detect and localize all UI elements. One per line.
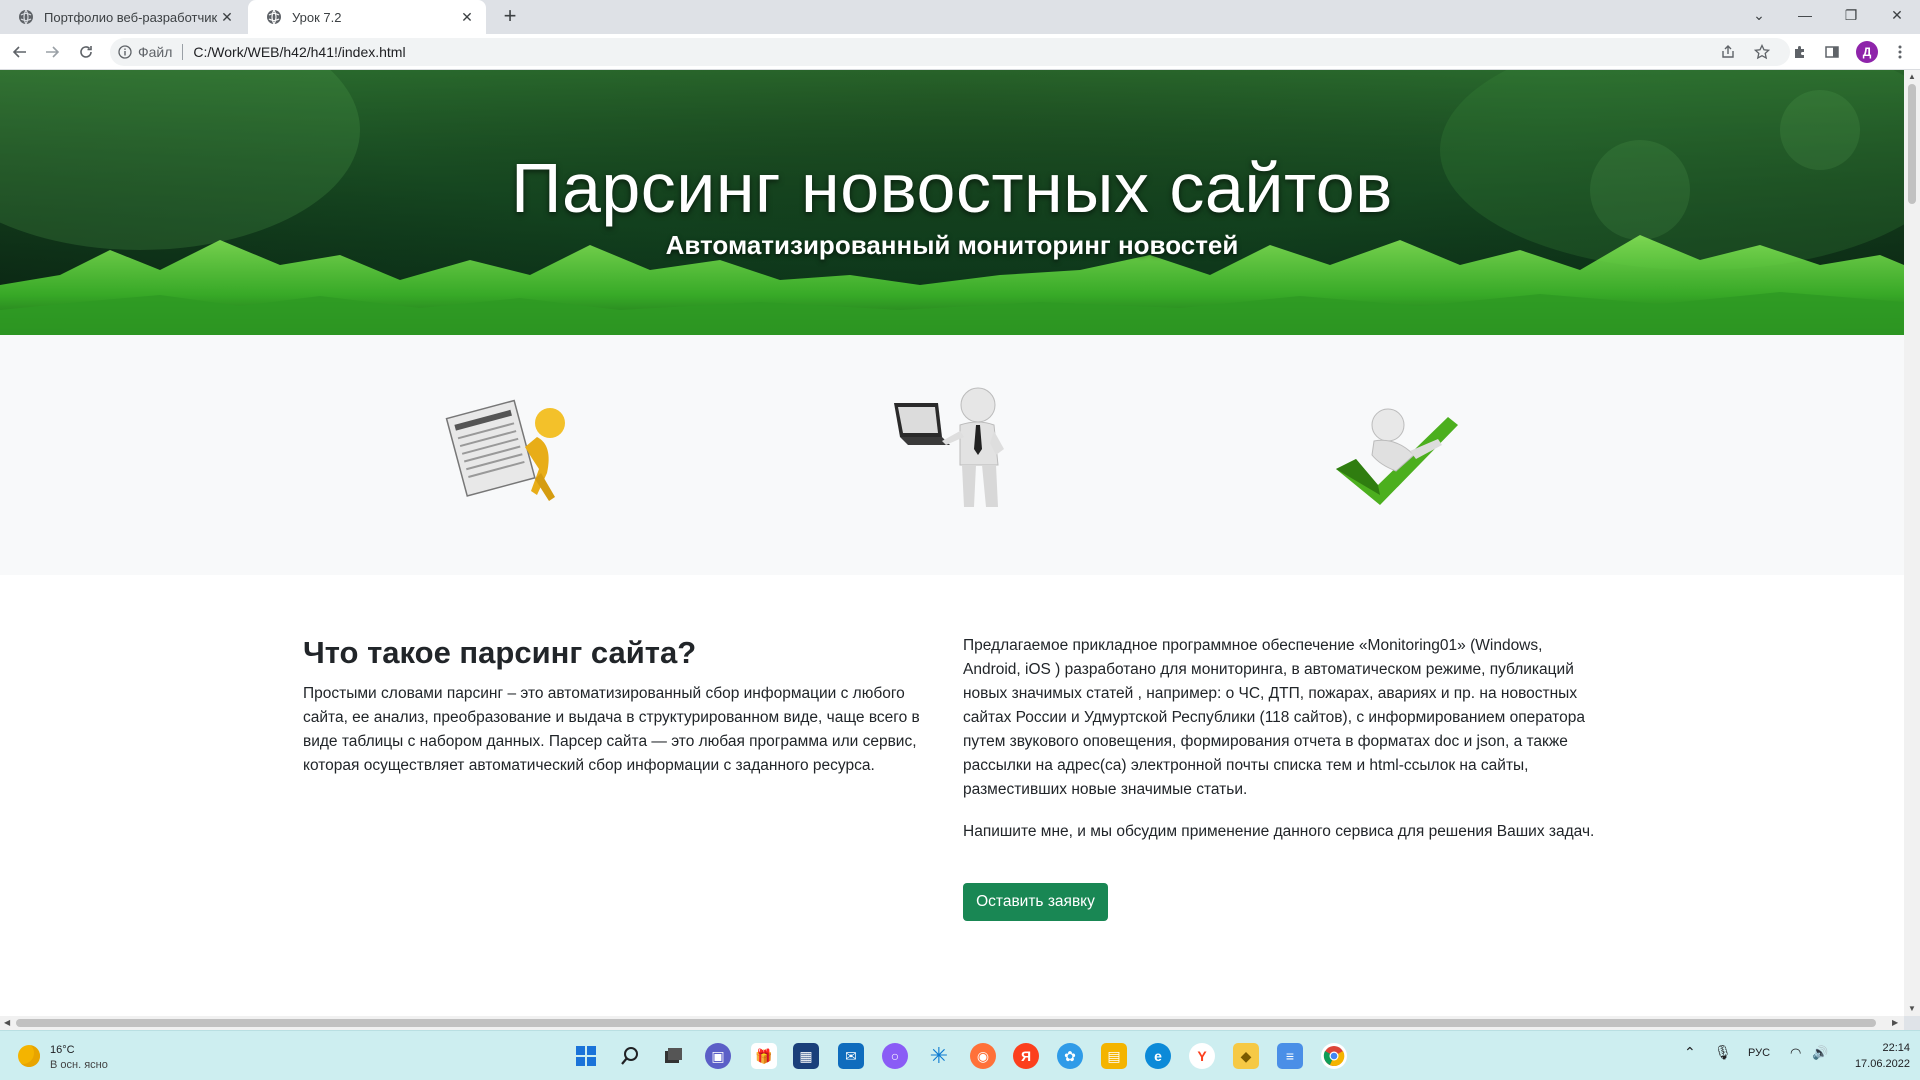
info-icon[interactable]: [118, 45, 132, 59]
chrome-icon[interactable]: [1321, 1043, 1347, 1069]
address-bar[interactable]: Файл C:/Work/WEB/h42/h41!/index.html: [110, 38, 1790, 66]
globe-icon: [19, 9, 33, 25]
scroll-left-arrow-icon[interactable]: ◀: [4, 1018, 10, 1027]
notepad-icon[interactable]: ≡: [1277, 1043, 1303, 1069]
arrow-right-icon: [46, 46, 60, 58]
share-icon[interactable]: [1716, 40, 1740, 64]
clock-time[interactable]: 22:14: [1872, 1042, 1910, 1054]
tab-search-chevron-icon[interactable]: ⌄: [1736, 0, 1782, 30]
checkmark-person-icon: [1336, 408, 1458, 505]
tab-title: Портфолио веб-разработчика: [44, 9, 218, 25]
file-explorer-icon[interactable]: ▤: [1101, 1043, 1127, 1069]
firefox-icon[interactable]: ◉: [970, 1043, 996, 1069]
contact-invite-text: Напишите мне, и мы обсудим применение да…: [963, 823, 1595, 840]
hero-title: Парсинг новостных сайтов: [511, 149, 1393, 227]
microphone-icon[interactable]: 🎙: [1714, 1044, 1732, 1061]
reload-icon: [80, 46, 92, 58]
chat-icon[interactable]: ▣: [705, 1043, 731, 1069]
address-separator: [182, 44, 184, 60]
reload-button[interactable]: [74, 40, 98, 64]
yandex-icon[interactable]: Я: [1013, 1043, 1039, 1069]
edge-icon[interactable]: e: [1145, 1043, 1171, 1069]
back-button[interactable]: [8, 40, 32, 64]
store-icon[interactable]: ▦: [793, 1043, 819, 1069]
tray-chevron-up-icon[interactable]: ⌃: [1684, 1044, 1696, 1061]
scroll-up-arrow-icon[interactable]: ▲: [1908, 72, 1916, 81]
windows-taskbar: 16°C В осн. ясно ▣ 🎁 ▦ ✉ ○ ✳ ◉ Я ✿ ▤ e Y…: [0, 1030, 1920, 1080]
parsing-definition-text: Простыми словами парсинг – это автоматиз…: [303, 685, 920, 774]
weather-temperature[interactable]: 16°C: [50, 1044, 75, 1056]
tab-close-icon[interactable]: ✕: [458, 8, 476, 26]
minimize-button[interactable]: —: [1782, 0, 1828, 30]
hero-banner: Парсинг новостных сайтов Автоматизирован…: [0, 70, 1904, 335]
task-view-icon[interactable]: [660, 1043, 686, 1069]
snowflake-icon[interactable]: ✳: [926, 1043, 952, 1069]
weather-moon-icon[interactable]: [18, 1045, 40, 1067]
menu-kebab-icon[interactable]: [1888, 40, 1912, 64]
tab-portfolio[interactable]: Портфолио веб-разработчика ✕: [0, 0, 246, 34]
newspaper-reader-icon: [445, 399, 565, 501]
alice-icon[interactable]: ○: [882, 1043, 908, 1069]
url-text[interactable]: C:/Work/WEB/h42/h41!/index.html: [193, 44, 405, 60]
tab-title: Урок 7.2: [292, 9, 342, 25]
scroll-right-arrow-icon[interactable]: ▶: [1892, 1018, 1898, 1027]
vertical-scrollbar[interactable]: ▲ ▼: [1904, 70, 1920, 1016]
mail-icon[interactable]: ✉: [838, 1043, 864, 1069]
extensions-puzzle-icon[interactable]: [1788, 40, 1812, 64]
photos-icon[interactable]: ✿: [1057, 1043, 1083, 1069]
hero-subtitle: Автоматизированный мониторинг новостей: [665, 230, 1239, 260]
page-viewport: Парсинг новостных сайтов Автоматизирован…: [0, 70, 1904, 1016]
gift-icon[interactable]: 🎁: [751, 1043, 777, 1069]
clock-date[interactable]: 17.06.2022: [1846, 1058, 1910, 1070]
tab-close-icon[interactable]: ✕: [218, 8, 236, 26]
restore-button[interactable]: ❐: [1828, 0, 1874, 30]
file-scheme-label: Файл: [138, 44, 173, 60]
windows-start-icon[interactable]: [573, 1043, 599, 1069]
section-heading: Что такое парсинг сайта?: [303, 635, 697, 670]
vertical-scroll-thumb[interactable]: [1908, 84, 1916, 204]
forward-button[interactable]: [40, 40, 64, 64]
product-description-text: Предлагаемое прикладное программное обес…: [963, 637, 1585, 798]
side-panel-icon[interactable]: [1820, 40, 1844, 64]
wifi-icon[interactable]: ◠: [1790, 1045, 1801, 1061]
arrow-left-icon: [12, 46, 26, 58]
scroll-down-arrow-icon[interactable]: ▼: [1908, 1004, 1916, 1013]
yandex-browser-icon[interactable]: Y: [1189, 1043, 1215, 1069]
features-strip: [0, 335, 1904, 575]
new-tab-button[interactable]: +: [498, 5, 522, 29]
submit-request-button[interactable]: Оставить заявку: [963, 883, 1108, 921]
search-icon[interactable]: [617, 1043, 643, 1069]
horizontal-scrollbar[interactable]: ◀ ▶: [0, 1016, 1904, 1030]
tab-strip: Портфолио веб-разработчика ✕ Урок 7.2 ✕ …: [0, 0, 1920, 34]
input-language[interactable]: РУС: [1748, 1047, 1770, 1059]
bookmark-star-icon[interactable]: [1750, 40, 1774, 64]
content-section: Что такое парсинг сайта? Простыми словам…: [0, 575, 1904, 1016]
volume-icon[interactable]: 🔊: [1812, 1045, 1828, 1061]
laptop-person-icon: [894, 387, 1004, 507]
profile-avatar[interactable]: Д: [1856, 41, 1878, 63]
weather-description[interactable]: В осн. ясно: [50, 1059, 108, 1071]
horizontal-scroll-thumb[interactable]: [16, 1019, 1876, 1027]
browser-toolbar: Файл C:/Work/WEB/h42/h41!/index.html Д: [0, 34, 1920, 70]
cheese-icon[interactable]: ◆: [1233, 1043, 1259, 1069]
close-window-button[interactable]: ✕: [1874, 0, 1920, 30]
globe-icon: [267, 9, 281, 25]
tab-lesson[interactable]: Урок 7.2 ✕: [248, 0, 486, 34]
